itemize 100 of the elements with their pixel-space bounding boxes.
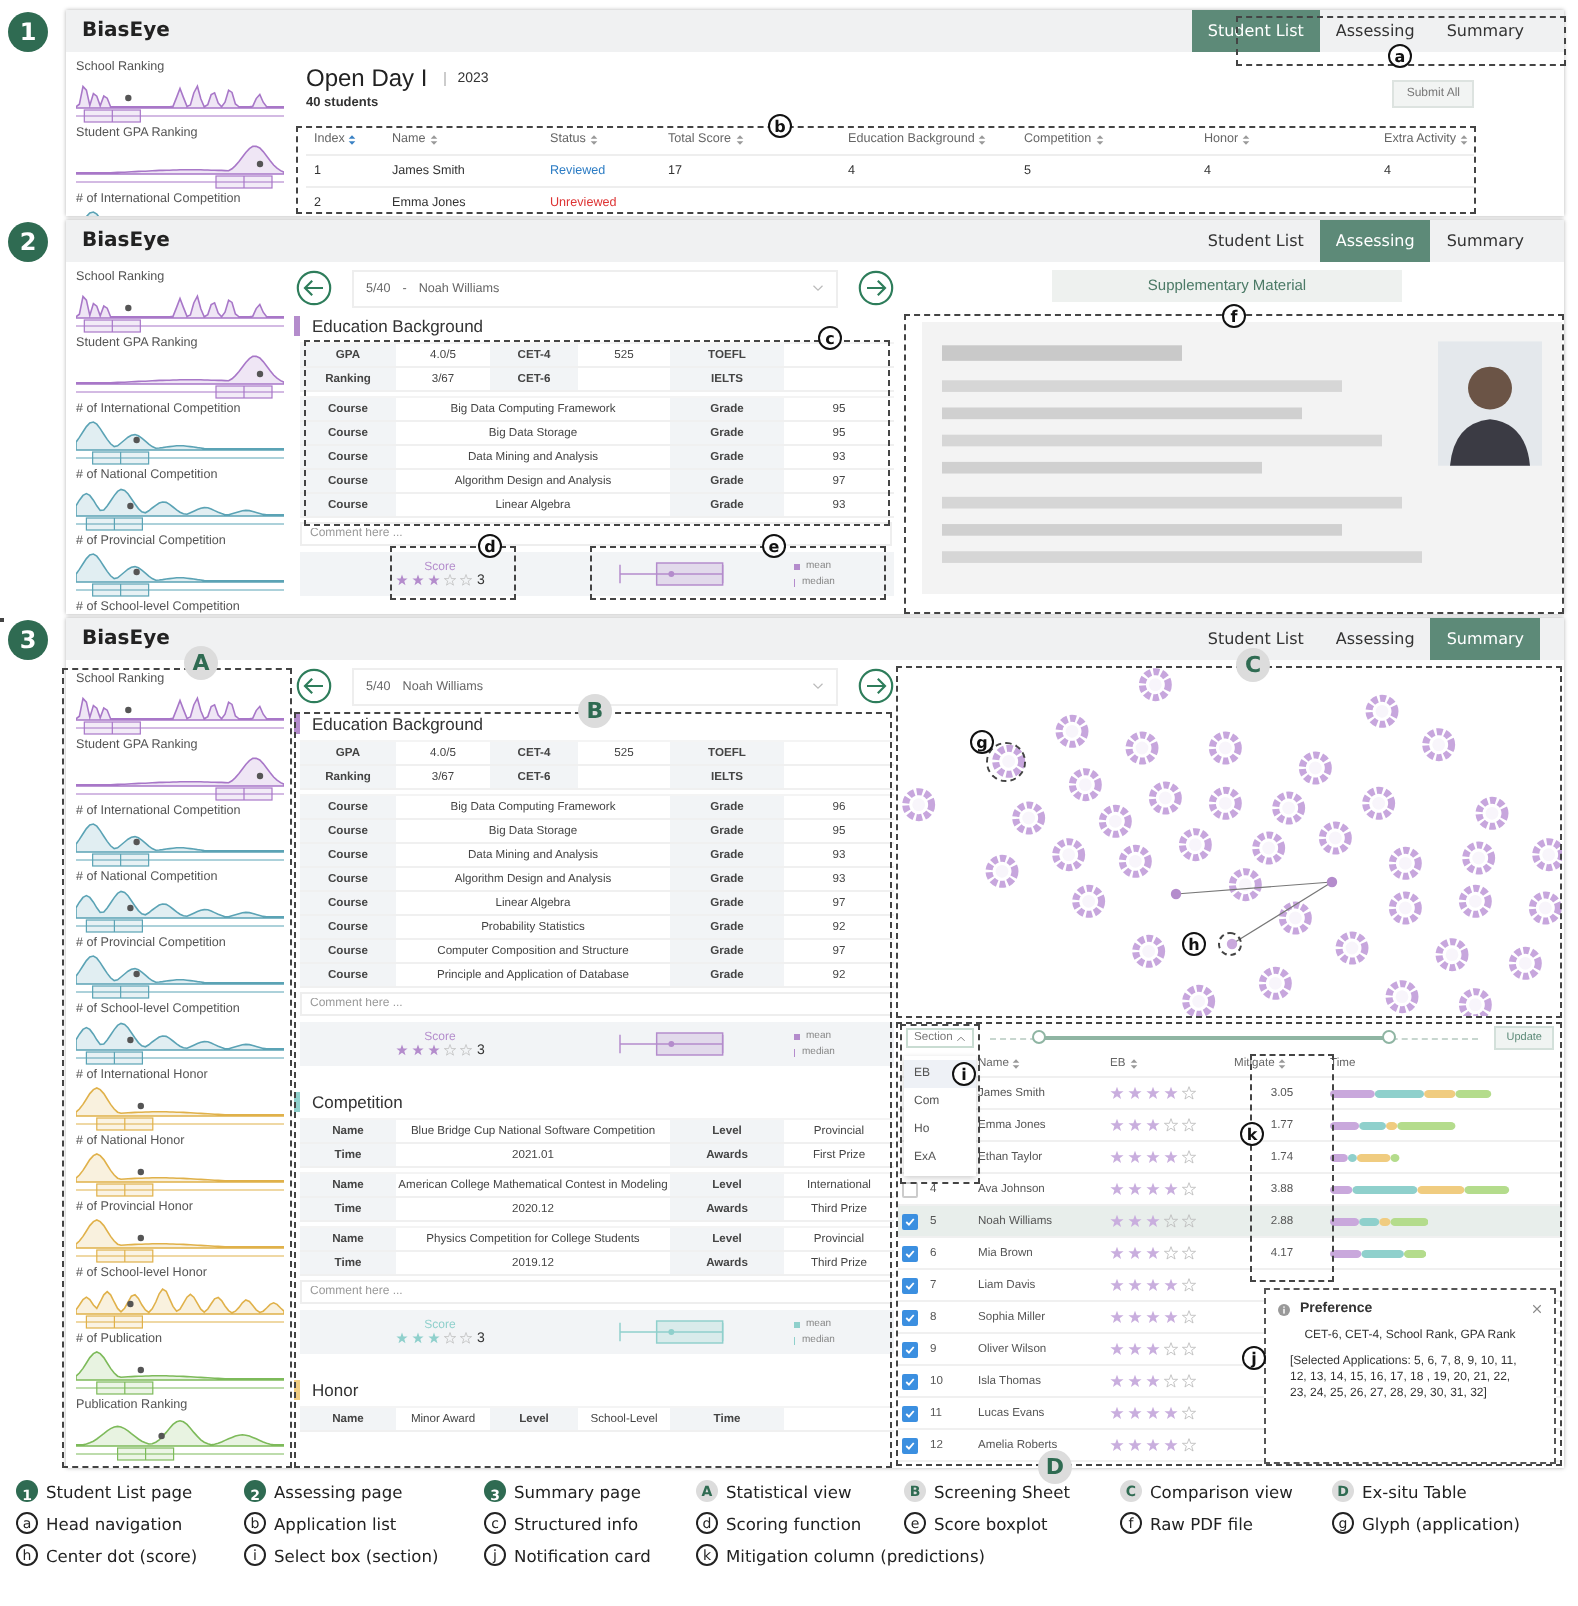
star-icon bbox=[1128, 1118, 1142, 1132]
center-dot[interactable] bbox=[1326, 876, 1338, 888]
star-icon[interactable] bbox=[459, 1332, 472, 1344]
center-dot[interactable] bbox=[1170, 888, 1182, 900]
section-title: Education Background bbox=[312, 714, 484, 734]
sort-icon[interactable] bbox=[1129, 1058, 1138, 1070]
app-title: BiasEye bbox=[82, 20, 170, 42]
nav-tab[interactable]: Summary bbox=[1430, 618, 1540, 660]
legend-text: Screening Sheet bbox=[934, 1481, 1070, 1501]
nav-tab[interactable]: Summary bbox=[1430, 10, 1540, 52]
sort-icon[interactable] bbox=[429, 133, 438, 145]
star-icon bbox=[1110, 1438, 1124, 1452]
row-checkbox[interactable] bbox=[902, 1341, 918, 1357]
legend-text: Statistical view bbox=[726, 1481, 852, 1501]
star-icon[interactable] bbox=[427, 574, 440, 586]
star-icon bbox=[1128, 1182, 1142, 1196]
legend-text: Raw PDF file bbox=[1150, 1513, 1254, 1533]
nav-tab[interactable]: Assessing bbox=[1319, 220, 1431, 262]
sort-icon[interactable] bbox=[978, 133, 987, 145]
star-icon[interactable] bbox=[411, 574, 424, 586]
row-checkbox[interactable] bbox=[902, 1245, 918, 1261]
sort-icon[interactable] bbox=[589, 133, 598, 145]
star-icon bbox=[1128, 1310, 1142, 1324]
close-icon[interactable] bbox=[1532, 1304, 1542, 1314]
star-icon bbox=[1146, 1246, 1160, 1260]
section-title: Honor bbox=[312, 1380, 359, 1400]
sort-icon[interactable] bbox=[1460, 133, 1469, 145]
legend-text: Structured info bbox=[514, 1513, 639, 1533]
slider-handle[interactable] bbox=[1031, 1030, 1046, 1044]
star-icon bbox=[1146, 1214, 1160, 1228]
app-title: BiasEye bbox=[82, 628, 170, 650]
star-icon bbox=[1182, 1406, 1196, 1420]
legend-text: Scoring function bbox=[726, 1513, 862, 1533]
star-icon[interactable] bbox=[395, 574, 408, 586]
time-bar bbox=[1330, 1121, 1456, 1129]
chevron-down-icon[interactable] bbox=[812, 682, 824, 690]
nav-tab[interactable]: Student List bbox=[1191, 10, 1320, 52]
median-line-icon bbox=[794, 577, 796, 587]
row-checkbox[interactable] bbox=[902, 1213, 918, 1229]
star-icon[interactable] bbox=[395, 1044, 408, 1056]
sort-icon[interactable] bbox=[1095, 133, 1104, 145]
nav-tab[interactable]: Summary bbox=[1430, 220, 1540, 262]
legend-text: Assessing page bbox=[274, 1481, 403, 1501]
sort-icon[interactable] bbox=[348, 133, 357, 145]
star-icon bbox=[1110, 1118, 1124, 1132]
star-icon bbox=[1164, 1310, 1178, 1324]
star-icon[interactable] bbox=[427, 1044, 440, 1056]
slider-handle[interactable] bbox=[1382, 1030, 1397, 1044]
sort-icon[interactable] bbox=[1242, 133, 1251, 145]
application-glyph[interactable] bbox=[1532, 838, 1562, 872]
star-icon[interactable] bbox=[411, 1332, 424, 1344]
star-icon bbox=[1164, 1246, 1178, 1260]
row-checkbox[interactable] bbox=[902, 1309, 918, 1325]
row-checkbox[interactable] bbox=[902, 1373, 918, 1389]
row-checkbox[interactable] bbox=[902, 1181, 918, 1197]
dashed-outline bbox=[0, 618, 4, 622]
star-icon[interactable] bbox=[395, 1332, 408, 1344]
legend-text: Mitigation column (predictions) bbox=[726, 1545, 986, 1565]
star-icon bbox=[1128, 1246, 1142, 1260]
star-icon[interactable] bbox=[411, 1044, 424, 1056]
star-icon bbox=[1110, 1278, 1124, 1292]
legend-text: Summary page bbox=[514, 1481, 641, 1501]
star-icon bbox=[1182, 1182, 1196, 1196]
star-icon bbox=[1146, 1118, 1160, 1132]
chevron-up-icon[interactable] bbox=[956, 1035, 967, 1041]
legend-text: Select box (section) bbox=[274, 1545, 439, 1565]
sort-icon[interactable] bbox=[1278, 1058, 1287, 1070]
star-icon[interactable] bbox=[443, 574, 456, 586]
star-icon bbox=[1128, 1214, 1142, 1228]
row-checkbox[interactable] bbox=[902, 1277, 918, 1293]
nav-tab[interactable]: Student List bbox=[1191, 220, 1320, 262]
star-icon[interactable] bbox=[459, 1044, 472, 1056]
star-icon bbox=[1146, 1310, 1160, 1324]
sort-icon[interactable] bbox=[1012, 1058, 1021, 1070]
range-slider[interactable] bbox=[990, 1030, 1479, 1046]
sort-icon[interactable] bbox=[735, 133, 743, 145]
star-icon bbox=[1110, 1374, 1124, 1388]
center-dot[interactable] bbox=[1226, 938, 1238, 950]
legend-text: Comparison view bbox=[1150, 1481, 1293, 1501]
star-icon[interactable] bbox=[443, 1332, 456, 1344]
row-checkbox[interactable] bbox=[902, 1405, 918, 1421]
star-icon bbox=[1182, 1438, 1196, 1452]
application-glyph[interactable] bbox=[992, 744, 1026, 778]
star-icon bbox=[1182, 1310, 1196, 1324]
annotation-marker: D bbox=[1038, 1450, 1072, 1484]
star-icon bbox=[1110, 1214, 1124, 1228]
star-icon bbox=[1164, 1438, 1178, 1452]
star-icon[interactable] bbox=[443, 1044, 456, 1056]
event-title: Open Day I bbox=[306, 64, 428, 92]
star-icon bbox=[1182, 1118, 1196, 1132]
legend-text: Student List page bbox=[46, 1481, 193, 1501]
star-icon bbox=[1182, 1086, 1196, 1100]
nav-tab[interactable]: Assessing bbox=[1319, 618, 1431, 660]
star-icon[interactable] bbox=[427, 1332, 440, 1344]
star-icon[interactable] bbox=[459, 574, 472, 586]
chevron-down-icon[interactable] bbox=[812, 284, 824, 292]
star-icon bbox=[1128, 1278, 1142, 1292]
application-glyph[interactable] bbox=[1528, 891, 1562, 925]
star-icon bbox=[1164, 1342, 1178, 1356]
row-checkbox[interactable] bbox=[902, 1437, 918, 1453]
